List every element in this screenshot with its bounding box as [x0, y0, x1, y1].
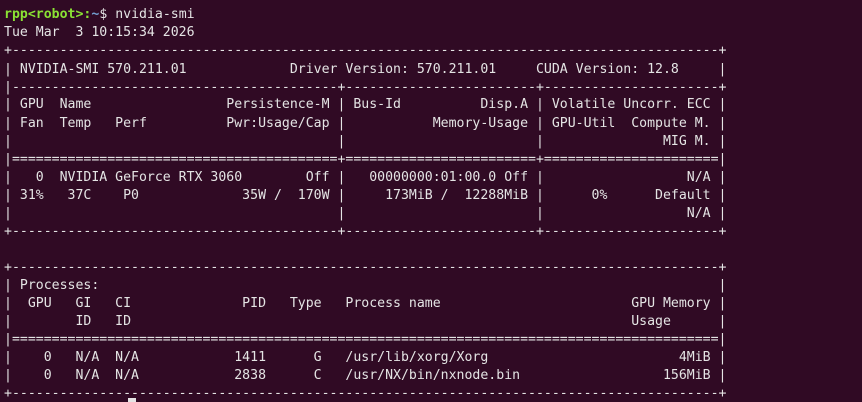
gpu-row: | 31% 37C P0 35W / 170W | 173MiB / 12288…	[4, 188, 727, 203]
gpu-table-header-row: | Fan Temp Perf Pwr:Usage/Cap | Memory-U…	[4, 116, 727, 131]
gpu-table-divider: |---------------------------------------…	[4, 80, 727, 95]
process-table-header-row: | ID ID Usage |	[4, 314, 727, 329]
gpu-table-bottom-border: +---------------------------------------…	[4, 224, 727, 239]
prompt-symbol: $	[99, 7, 116, 22]
process-table-bottom-border: +---------------------------------------…	[4, 386, 727, 401]
timestamp-line: Tue Mar 3 10:15:34 2026	[4, 25, 195, 40]
gpu-table-header-row: | | | MIG M. |	[4, 134, 727, 149]
process-row: | 0 N/A N/A 1411 G /usr/lib/xorg/Xorg 4M…	[4, 350, 727, 365]
gpu-table-top-border: +---------------------------------------…	[4, 43, 727, 58]
gpu-table-version-row: | NVIDIA-SMI 570.211.01 Driver Version: …	[4, 62, 727, 77]
terminal-cursor	[128, 398, 136, 402]
gpu-row: | | | N/A |	[4, 206, 727, 221]
process-table-header-row: | GPU GI CI PID Type Process name GPU Me…	[4, 296, 727, 311]
process-table-top-border: +---------------------------------------…	[4, 260, 727, 275]
prompt-line: rpp<robot>:~$ nvidia-smi	[4, 6, 195, 24]
process-table-double-divider: |=======================================…	[4, 332, 727, 347]
gpu-table-double-divider: |=======================================…	[4, 152, 727, 167]
gpu-row: | 0 NVIDIA GeForce RTX 3060 Off | 000000…	[4, 170, 727, 185]
prompt-user-host: rpp<robot>	[4, 7, 84, 22]
terminal-window[interactable]: rpp<robot>:~$ nvidia-smi Tue Mar 3 10:15…	[0, 0, 862, 402]
process-row: | 0 N/A N/A 2838 C /usr/NX/bin/nxnode.bi…	[4, 368, 727, 383]
process-table-title: | Processes: |	[4, 278, 727, 293]
gpu-table-header-row: | GPU Name Persistence-M | Bus-Id Disp.A…	[4, 97, 727, 112]
command-text: nvidia-smi	[115, 7, 195, 22]
